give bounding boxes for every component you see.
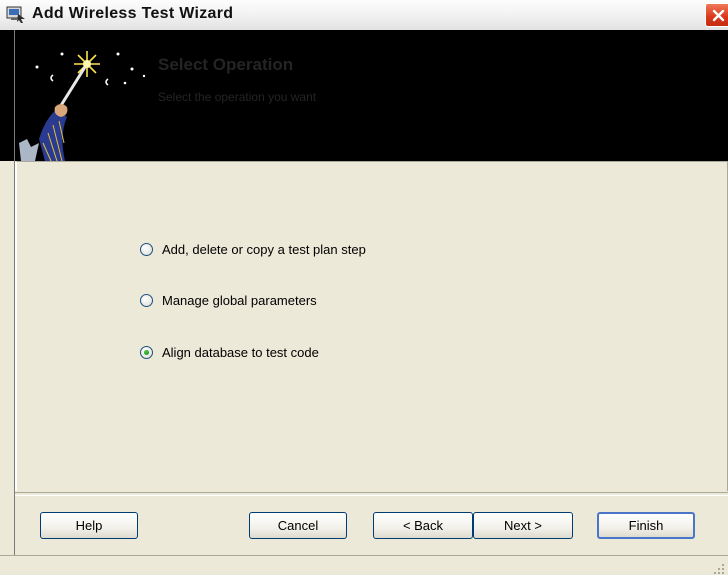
window-title: Add Wireless Test Wizard bbox=[32, 5, 234, 22]
option-label: Manage global parameters bbox=[162, 292, 317, 308]
wizard-window: Add Wireless Test Wizard Select Operatio… bbox=[0, 0, 728, 575]
close-button[interactable] bbox=[705, 3, 728, 27]
option-label: Add, delete or copy a test plan step bbox=[162, 241, 366, 257]
status-bar bbox=[0, 555, 728, 575]
radio-button[interactable] bbox=[140, 293, 153, 307]
cancel-button[interactable]: Cancel bbox=[249, 512, 347, 539]
resize-grip-icon[interactable] bbox=[713, 562, 725, 574]
radio-button[interactable] bbox=[140, 242, 153, 256]
next-button[interactable]: Next > bbox=[473, 512, 573, 539]
banner-title: Select Operation bbox=[158, 55, 294, 74]
app-icon bbox=[6, 6, 26, 24]
button-separator bbox=[15, 492, 728, 496]
close-icon bbox=[712, 9, 725, 22]
title-bar[interactable]: Add Wireless Test Wizard bbox=[0, 0, 728, 31]
option-align-database[interactable]: Align database to test code bbox=[140, 342, 319, 362]
radio-button-selected[interactable] bbox=[140, 345, 153, 359]
option-manage-global-parameters[interactable]: Manage global parameters bbox=[140, 290, 317, 310]
option-add-delete-copy-step[interactable]: Add, delete or copy a test plan step bbox=[140, 239, 366, 259]
finish-button[interactable]: Finish bbox=[597, 512, 695, 539]
option-label: Align database to test code bbox=[162, 344, 319, 360]
back-button[interactable]: < Back bbox=[373, 512, 473, 539]
wizard-wand-image bbox=[15, 43, 146, 162]
banner-subtitle: Select the operation you want bbox=[158, 90, 317, 104]
options-panel bbox=[15, 161, 728, 491]
help-button[interactable]: Help bbox=[40, 512, 138, 539]
